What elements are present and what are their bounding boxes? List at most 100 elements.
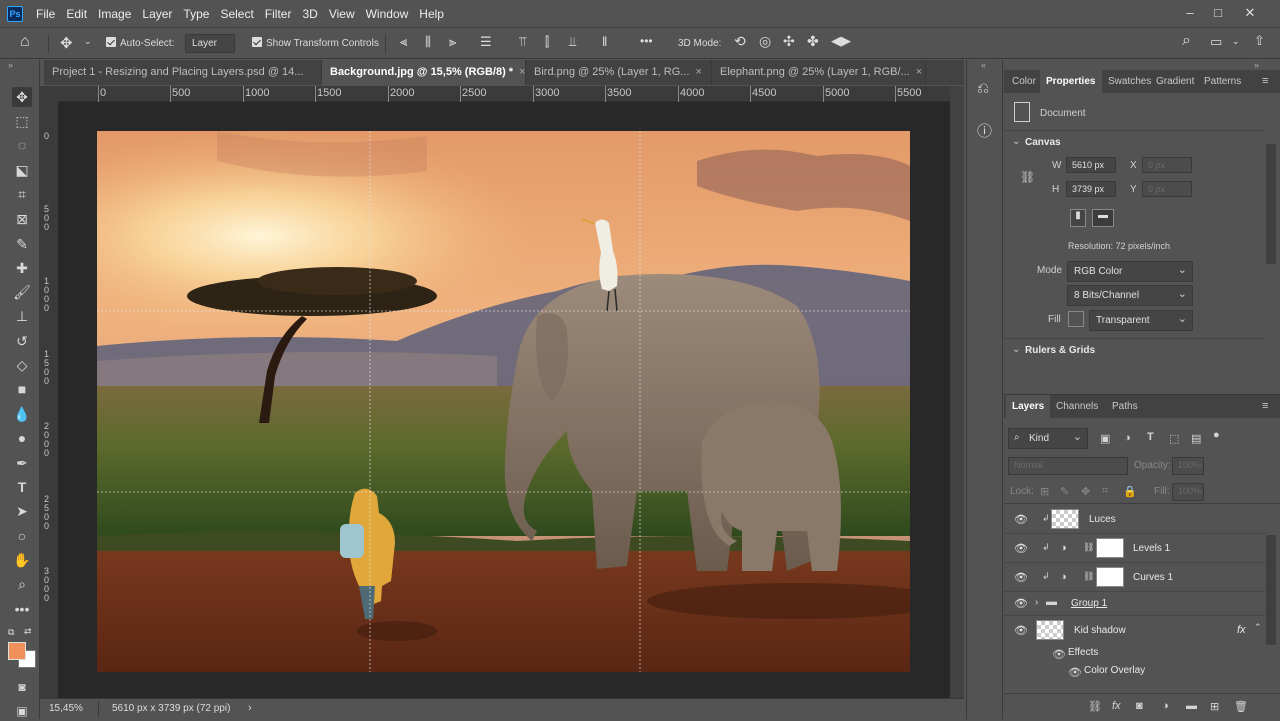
workspace-icon[interactable]: ▭: [1210, 34, 1222, 50]
mask-link-icon[interactable]: ⛓: [1083, 571, 1094, 582]
tab-gradient[interactable]: Gradient: [1150, 70, 1200, 93]
menu-select[interactable]: Select: [220, 7, 253, 21]
new-adjustment-icon[interactable]: ◑: [1162, 700, 1169, 712]
horizontal-ruler[interactable]: 0 500 1000 1500 2000 2500 3000 3500 4000…: [58, 86, 950, 102]
menu-layer[interactable]: Layer: [142, 7, 172, 21]
fill-field[interactable]: 100%: [1172, 483, 1204, 501]
collapse-panels-icon[interactable]: »: [1254, 60, 1259, 70]
orbit-3d-icon[interactable]: ⟲: [734, 33, 746, 50]
lock-position-icon[interactable]: ✥: [1081, 485, 1090, 498]
align-left-icon[interactable]: ⫷: [400, 34, 407, 50]
link-dimensions-icon[interactable]: ⛓: [1020, 170, 1035, 184]
layers-menu-icon[interactable]: ≡: [1262, 400, 1268, 412]
visibility-eye-icon[interactable]: 👁: [1014, 513, 1028, 526]
tab-project-1[interactable]: Project 1 - Resizing and Placing Layers.…: [44, 60, 322, 85]
visibility-eye-icon[interactable]: 👁: [1014, 542, 1028, 555]
lock-all-icon[interactable]: 🔒: [1123, 485, 1137, 498]
object-select-tool-icon[interactable]: ⬕: [12, 160, 32, 180]
effect-item-label[interactable]: Color Overlay: [1084, 665, 1145, 676]
menu-view[interactable]: View: [329, 7, 355, 21]
vertical-scrollbar[interactable]: [950, 86, 964, 698]
menu-file[interactable]: File: [36, 7, 55, 21]
menu-filter[interactable]: Filter: [265, 7, 292, 21]
layer-name[interactable]: Kid shadow: [1074, 625, 1126, 636]
tab-color[interactable]: Color: [1006, 70, 1042, 93]
menu-edit[interactable]: Edit: [66, 7, 87, 21]
zoom-tool-icon[interactable]: ⌕: [12, 574, 32, 594]
canvas-collapse-icon[interactable]: ⌄: [1012, 136, 1020, 147]
filter-pixel-icon[interactable]: ▣: [1100, 432, 1110, 445]
slide-3d-icon[interactable]: ✤: [807, 33, 819, 50]
portrait-orientation-icon[interactable]: ▮: [1070, 209, 1086, 227]
visibility-eye-icon[interactable]: 👁: [1014, 571, 1028, 584]
path-select-icon[interactable]: ➤: [12, 501, 32, 521]
type-tool-icon[interactable]: T: [12, 477, 32, 497]
share-icon[interactable]: ⇧: [1254, 33, 1265, 49]
healing-brush-icon[interactable]: ✚: [12, 258, 32, 278]
effects-visibility-eye-icon[interactable]: 👁: [1052, 648, 1066, 661]
crop-tool-icon[interactable]: ⌗: [12, 184, 32, 204]
link-layers-icon[interactable]: ⛓: [1088, 700, 1102, 713]
tab-bird[interactable]: Bird.png @ 25% (Layer 1, RG... ×: [526, 60, 712, 85]
tab-elephant[interactable]: Elephant.png @ 25% (Layer 1, RGB/... ×: [712, 60, 926, 85]
distribute-icon[interactable]: ☰: [480, 34, 492, 50]
auto-select-dropdown[interactable]: Layer: [185, 34, 235, 53]
eyedropper-tool-icon[interactable]: ✎: [12, 234, 32, 254]
opacity-field[interactable]: 100%: [1172, 457, 1204, 475]
quick-mask-icon[interactable]: ◙: [12, 677, 32, 697]
blend-mode-select[interactable]: Normal: [1008, 457, 1128, 475]
filter-smart-object-icon[interactable]: ▤: [1191, 432, 1201, 445]
roll-3d-icon[interactable]: ◎: [759, 33, 771, 50]
auto-select-checkbox[interactable]: Auto-Select:: [106, 37, 174, 49]
menu-image[interactable]: Image: [98, 7, 131, 21]
tab-layers[interactable]: Layers: [1006, 395, 1051, 418]
dodge-tool-icon[interactable]: ●: [12, 428, 32, 448]
collapse-icons-icon[interactable]: «: [981, 60, 986, 70]
color-overlay-eye-icon[interactable]: 👁: [1068, 666, 1082, 679]
menu-3d[interactable]: 3D: [302, 7, 317, 21]
close-tab-icon[interactable]: ×: [519, 66, 525, 78]
delete-layer-icon[interactable]: 🗑: [1234, 700, 1248, 713]
history-brush-icon[interactable]: ↺: [12, 331, 32, 351]
width-field[interactable]: 5610 px: [1066, 157, 1116, 173]
layer-name[interactable]: Levels 1: [1133, 543, 1170, 554]
history-panel-icon[interactable]: ⎌: [977, 80, 989, 97]
lock-artboard-icon[interactable]: ⌗: [1102, 485, 1108, 498]
clone-stamp-icon[interactable]: ⊥: [12, 306, 32, 326]
menu-type[interactable]: Type: [183, 7, 209, 21]
layers-scrollbar[interactable]: [1266, 535, 1276, 645]
chevron-down-icon[interactable]: ⌄: [84, 36, 92, 47]
tab-paths[interactable]: Paths: [1106, 395, 1144, 418]
tab-channels[interactable]: Channels: [1050, 395, 1104, 418]
add-mask-icon[interactable]: ◙: [1136, 700, 1143, 712]
landscape-orientation-icon[interactable]: ▬: [1092, 209, 1114, 227]
distribute-vertical-icon[interactable]: ‖: [602, 34, 607, 49]
document-canvas[interactable]: [97, 131, 910, 672]
layer-row-luces[interactable]: 👁 ↲ Luces: [1004, 505, 1266, 534]
layer-row-curves-1[interactable]: 👁 ↲ ◑ ⛓ Curves 1: [1004, 563, 1266, 592]
new-layer-icon[interactable]: ⊞: [1210, 700, 1219, 713]
swap-colors-icon[interactable]: ⇄: [24, 626, 32, 637]
new-group-icon[interactable]: ▬: [1186, 700, 1197, 712]
align-top-icon[interactable]: ⫪: [519, 34, 526, 50]
blur-tool-icon[interactable]: 💧: [12, 404, 32, 424]
layer-filter-select[interactable]: Kind: [1008, 428, 1088, 449]
scale-3d-icon[interactable]: ◀▶: [831, 33, 851, 49]
align-center-icon[interactable]: ⫼: [425, 34, 431, 50]
workspace-chevron-icon[interactable]: ⌄: [1232, 36, 1240, 47]
close-tab-icon[interactable]: ×: [695, 66, 701, 78]
tab-background[interactable]: Background.jpg @ 15,5% (RGB/8) * ×: [322, 60, 526, 85]
layer-row-kid-shadow[interactable]: 👁 Kid shadow fx ⌃: [1004, 616, 1266, 644]
add-layer-style-icon[interactable]: fx: [1112, 700, 1121, 712]
height-field[interactable]: 3739 px: [1066, 181, 1116, 197]
layer-name[interactable]: Luces: [1089, 514, 1116, 525]
move-tool-icon[interactable]: ✥: [12, 87, 32, 107]
rulers-collapse-icon[interactable]: ⌄: [1012, 344, 1020, 355]
show-transform-checkbox[interactable]: Show Transform Controls: [252, 37, 379, 49]
default-colors-icon[interactable]: ⧉: [8, 627, 14, 638]
marquee-tool-icon[interactable]: ⬚: [12, 111, 32, 131]
screen-mode-icon[interactable]: ▣: [12, 701, 32, 721]
hand-tool-icon[interactable]: ✋: [12, 550, 32, 570]
ellipse-tool-icon[interactable]: ○: [12, 526, 32, 546]
close-tab-icon[interactable]: ×: [916, 66, 922, 78]
